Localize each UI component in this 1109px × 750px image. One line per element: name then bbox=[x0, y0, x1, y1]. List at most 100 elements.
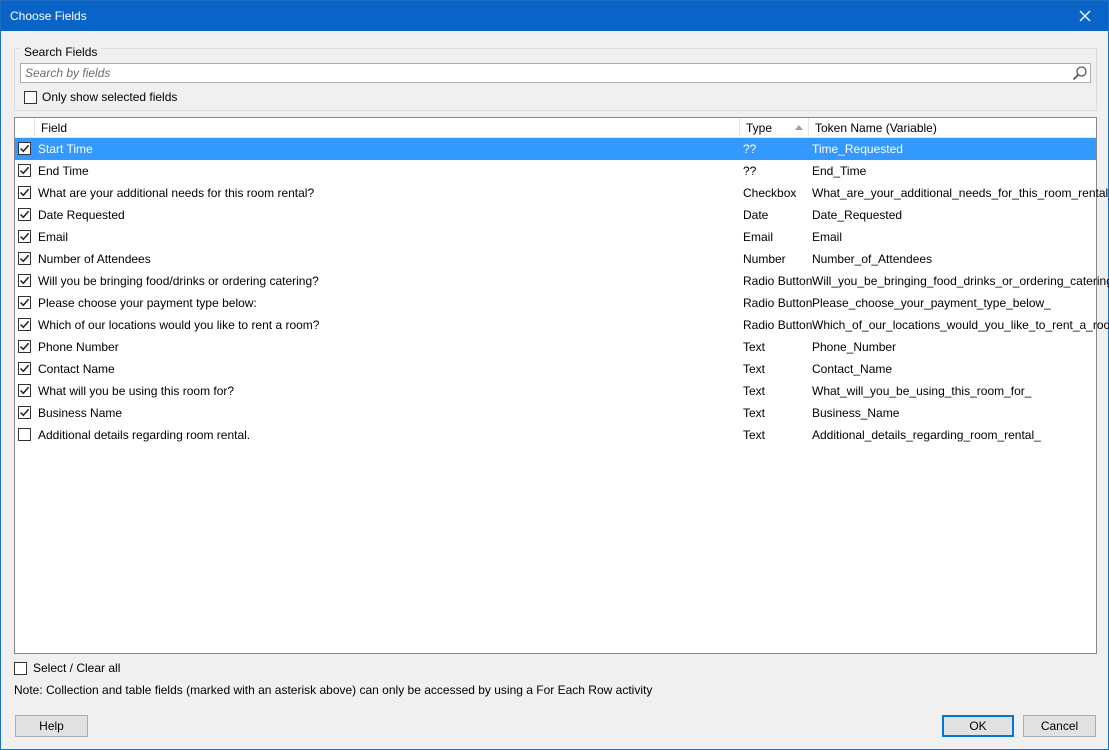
row-checkbox[interactable] bbox=[18, 252, 31, 265]
only-show-selected-label: Only show selected fields bbox=[42, 90, 178, 104]
row-token-name: What_are_your_additional_needs_for_this_… bbox=[812, 186, 1109, 200]
row-field-name: Phone Number bbox=[38, 340, 119, 354]
column-type-label: Type bbox=[746, 121, 773, 135]
search-input[interactable] bbox=[25, 65, 1065, 81]
row-field-name: What will you be using this room for? bbox=[38, 384, 235, 398]
table-row[interactable]: End Time?? End_Time bbox=[15, 160, 1096, 182]
row-checkbox[interactable] bbox=[18, 274, 31, 287]
row-field-name: End Time bbox=[38, 164, 89, 178]
select-clear-all-checkbox[interactable]: Select / Clear all bbox=[14, 661, 120, 675]
select-clear-all-label: Select / Clear all bbox=[33, 661, 121, 675]
row-field-name: Date Requested bbox=[38, 208, 125, 222]
row-token-name: Contact_Name bbox=[812, 362, 893, 376]
row-token-name: Email bbox=[812, 230, 843, 244]
table-row[interactable]: What are your additional needs for this … bbox=[15, 182, 1109, 204]
row-field-type: Text bbox=[743, 428, 766, 442]
help-button-label: Help bbox=[39, 719, 64, 733]
row-checkbox[interactable] bbox=[18, 428, 31, 441]
row-checkbox[interactable] bbox=[18, 384, 31, 397]
column-header-type[interactable]: Type bbox=[740, 118, 809, 138]
row-token-name: Business_Name bbox=[812, 406, 900, 420]
table-row[interactable]: Please choose your payment type below: Ra… bbox=[15, 292, 1096, 314]
row-checkbox[interactable] bbox=[18, 186, 31, 199]
table-row[interactable]: Additional details regarding room rental… bbox=[15, 424, 1096, 446]
row-field-type: Text bbox=[743, 362, 766, 376]
row-field-type: ?? bbox=[743, 142, 757, 156]
row-checkbox[interactable] bbox=[18, 296, 31, 309]
row-field-type: Radio Button bbox=[743, 296, 813, 310]
search-box[interactable] bbox=[20, 63, 1091, 83]
ok-button[interactable]: OK bbox=[942, 715, 1014, 737]
row-field-name: What are your additional needs for this … bbox=[38, 186, 315, 200]
row-token-name: Which_of_our_locations_would_you_like_to… bbox=[812, 318, 1109, 332]
close-button[interactable] bbox=[1062, 1, 1108, 31]
row-token-name: Time_Requested bbox=[812, 142, 903, 156]
row-checkbox[interactable] bbox=[18, 208, 31, 221]
window-title: Choose Fields bbox=[10, 9, 87, 23]
table-row[interactable]: Start Time?? Time_Requested bbox=[15, 138, 1096, 160]
row-checkbox[interactable] bbox=[18, 340, 31, 353]
cancel-button[interactable]: Cancel bbox=[1023, 715, 1096, 737]
row-checkbox[interactable] bbox=[18, 406, 31, 419]
table-row[interactable]: Which of our locations would you like to… bbox=[15, 314, 1109, 336]
row-field-type: Number bbox=[743, 252, 786, 266]
row-field-type: ?? bbox=[743, 164, 757, 178]
ok-button-label: OK bbox=[969, 719, 987, 733]
table-row[interactable]: What will you be using this room for? Tex… bbox=[15, 380, 1096, 402]
help-button[interactable]: Help bbox=[15, 715, 88, 737]
row-field-name: Additional details regarding room rental… bbox=[38, 428, 251, 442]
title-bar: Choose Fields bbox=[1, 1, 1108, 31]
row-field-type: Text bbox=[743, 384, 766, 398]
cancel-button-label: Cancel bbox=[1040, 719, 1079, 733]
search-fields-group: Search Fields Only show selected fields bbox=[14, 45, 1097, 111]
fields-grid: Field Type Token Name (Variable) Start T… bbox=[14, 117, 1109, 654]
column-header-field[interactable]: Field bbox=[35, 118, 740, 138]
row-field-name: Number of Attendees bbox=[38, 252, 151, 266]
note-text: Note: Collection and table fields (marke… bbox=[14, 683, 653, 697]
row-checkbox[interactable] bbox=[18, 318, 31, 331]
row-checkbox[interactable] bbox=[18, 142, 31, 155]
row-token-name: Number_of_Attendees bbox=[812, 252, 933, 266]
row-field-type: Date bbox=[743, 208, 769, 222]
table-row[interactable]: Phone Number Text Phone_Number bbox=[15, 336, 1096, 358]
search-fields-label: Search Fields bbox=[21, 45, 101, 59]
row-field-name: Start Time bbox=[38, 142, 93, 156]
table-row[interactable]: Will you be bringing food/drinks or orde… bbox=[15, 270, 1109, 292]
row-token-name: Will_you_be_bringing_food_drinks_or_orde… bbox=[812, 274, 1109, 288]
column-token-label: Token Name (Variable) bbox=[815, 121, 937, 135]
row-field-name: Please choose your payment type below: bbox=[38, 296, 257, 310]
row-token-name: Phone_Number bbox=[812, 340, 897, 354]
table-row[interactable]: Contact Name Text Contact_Name bbox=[15, 358, 1096, 380]
row-checkbox[interactable] bbox=[18, 230, 31, 243]
row-token-name: Please_choose_your_payment_type_below_ bbox=[812, 296, 1051, 310]
row-token-name: End_Time bbox=[812, 164, 867, 178]
row-checkbox[interactable] bbox=[18, 362, 31, 375]
row-field-type: Email bbox=[743, 230, 774, 244]
search-icon[interactable] bbox=[1072, 65, 1088, 81]
row-field-type: Text bbox=[743, 406, 766, 420]
row-field-name: Which of our locations would you like to… bbox=[38, 318, 320, 332]
table-row[interactable]: Number of Attendees Number Number_of_Atten… bbox=[15, 248, 1096, 270]
row-token-name: What_will_you_be_using_this_room_for_ bbox=[812, 384, 1032, 398]
column-field-label: Field bbox=[41, 121, 68, 135]
header-checkbox-column bbox=[15, 118, 35, 138]
row-field-name: Business Name bbox=[38, 406, 123, 420]
sort-ascending-icon bbox=[795, 125, 803, 130]
row-field-name: Contact Name bbox=[38, 362, 115, 376]
row-checkbox[interactable] bbox=[18, 164, 31, 177]
select-clear-all-box[interactable] bbox=[14, 661, 27, 675]
row-field-type: Text bbox=[743, 340, 766, 354]
row-field-name: Will you be bringing food/drinks or orde… bbox=[38, 274, 319, 288]
row-field-type: Radio Button bbox=[743, 274, 813, 288]
choose-fields-dialog: Choose Fields Search Fields Only show se… bbox=[0, 0, 1109, 750]
table-row[interactable]: Business Name Text Business_Name bbox=[15, 402, 1096, 424]
only-show-selected-box[interactable] bbox=[24, 90, 37, 104]
column-header-token[interactable]: Token Name (Variable) bbox=[809, 118, 1096, 138]
row-token-name: Additional_details_regarding_room_rental… bbox=[812, 428, 1041, 442]
grid-header: Field Type Token Name (Variable) bbox=[15, 118, 1096, 138]
row-field-type: Radio Button bbox=[743, 318, 813, 332]
table-row[interactable]: Date Requested Date Date_Requested bbox=[15, 204, 1096, 226]
close-icon bbox=[1079, 10, 1091, 22]
table-row[interactable]: Email Email Email bbox=[15, 226, 1096, 248]
only-show-selected-checkbox[interactable]: Only show selected fields bbox=[24, 90, 177, 104]
